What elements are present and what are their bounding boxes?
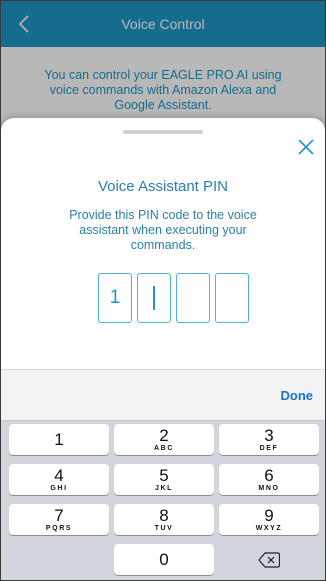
key-6[interactable]: 6 MNO bbox=[219, 464, 319, 495]
pin-sheet: Voice Assistant PIN Provide this PIN cod… bbox=[1, 118, 325, 369]
key-letters: PQRS bbox=[45, 524, 73, 532]
key-3[interactable]: 3 DEF bbox=[219, 424, 319, 455]
key-blank bbox=[9, 544, 109, 575]
key-7[interactable]: 7 PQRS bbox=[9, 504, 109, 535]
text-cursor bbox=[153, 286, 155, 310]
key-0[interactable]: 0 bbox=[114, 544, 214, 575]
app-screen: Voice Control You can control your EAGLE… bbox=[0, 0, 326, 581]
key-letters: GHI bbox=[50, 484, 68, 492]
done-button[interactable]: Done bbox=[281, 388, 314, 403]
key-digit: 2 bbox=[159, 425, 169, 445]
keyboard-accessory-bar: Done bbox=[1, 369, 325, 421]
key-digit: 6 bbox=[264, 465, 274, 485]
close-icon bbox=[298, 139, 314, 155]
key-letters: JKL bbox=[154, 484, 174, 492]
key-digit: 5 bbox=[159, 465, 169, 485]
key-letters: DEF bbox=[259, 444, 279, 452]
key-9[interactable]: 9 WXYZ bbox=[219, 504, 319, 535]
pin-digit-4[interactable] bbox=[215, 273, 249, 323]
key-digit: 4 bbox=[54, 465, 64, 485]
sheet-title: Voice Assistant PIN bbox=[97, 178, 229, 195]
key-digit: 9 bbox=[264, 505, 274, 525]
close-button[interactable] bbox=[295, 136, 317, 158]
key-4[interactable]: 4 GHI bbox=[9, 464, 109, 495]
key-digit: 8 bbox=[159, 505, 169, 525]
key-letters: ABC bbox=[154, 444, 174, 452]
pin-digit-2[interactable] bbox=[137, 273, 171, 323]
pin-input-group: 1 bbox=[98, 273, 254, 325]
key-5[interactable]: 5 JKL bbox=[114, 464, 214, 495]
key-digit: 0 bbox=[159, 550, 169, 569]
key-letters: WXYZ bbox=[255, 524, 283, 532]
key-letters: TUV bbox=[154, 524, 174, 532]
key-1[interactable]: 1 bbox=[9, 424, 109, 455]
numeric-keypad: 1 2 ABC 3 DEF 4 GHI 5 JKL 6 MNO 7 PQRS 8… bbox=[1, 420, 325, 580]
sheet-grabber[interactable] bbox=[123, 130, 203, 134]
delete-key[interactable] bbox=[219, 544, 319, 575]
sheet-subtitle: Provide this PIN code to the voice assis… bbox=[69, 208, 257, 252]
pin-digit-1[interactable]: 1 bbox=[98, 273, 132, 323]
key-digit: 1 bbox=[54, 430, 64, 449]
backspace-icon bbox=[258, 551, 280, 568]
key-digit: 3 bbox=[264, 425, 274, 445]
key-2[interactable]: 2 ABC bbox=[114, 424, 214, 455]
pin-digit-3[interactable] bbox=[176, 273, 210, 323]
key-8[interactable]: 8 TUV bbox=[114, 504, 214, 535]
key-digit: 7 bbox=[54, 505, 64, 525]
key-letters: MNO bbox=[258, 484, 280, 492]
